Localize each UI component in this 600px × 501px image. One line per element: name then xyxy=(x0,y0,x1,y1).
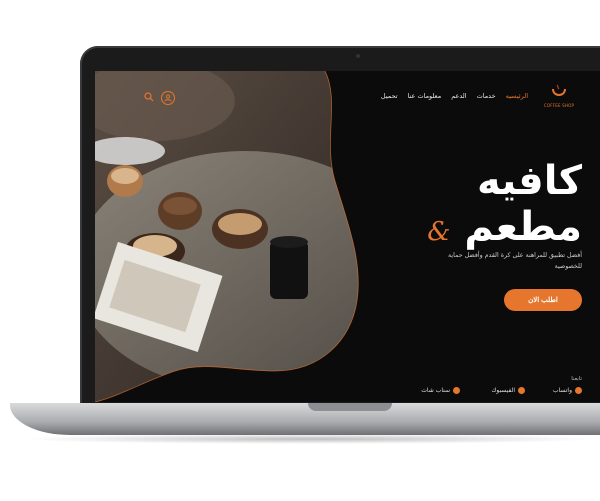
ampersand: & xyxy=(427,217,451,247)
laptop-notch xyxy=(308,403,392,411)
snapchat-icon xyxy=(453,387,460,394)
logo-text: COFFEE SHOP xyxy=(543,103,575,108)
facebook-icon xyxy=(518,387,525,394)
hero-title-line2-wrap: & مطعم xyxy=(421,205,582,254)
nav-item-about[interactable]: معلومات عنا xyxy=(408,92,442,100)
laptop-screen: COFFEE SHOP الرئيسيه خدمات الدعم معلومات… xyxy=(95,71,600,402)
nav-links: الرئيسيه خدمات الدعم معلومات عنا تحميل xyxy=(381,92,528,100)
nav-item-support[interactable]: الدعم xyxy=(451,92,466,100)
logo-icon xyxy=(552,84,566,96)
whatsapp-icon xyxy=(575,387,582,394)
social-snapchat[interactable]: سناب شات xyxy=(421,387,460,394)
nav-item-download[interactable]: تحميل xyxy=(381,92,398,100)
follow-title: تابعنا xyxy=(571,376,582,382)
hero-title: كافيه & مطعم xyxy=(421,159,582,254)
brand-logo[interactable]: COFFEE SHOP xyxy=(542,83,576,115)
nav-icons xyxy=(143,91,175,105)
user-icon xyxy=(164,94,172,102)
nav-item-services[interactable]: خدمات xyxy=(477,92,496,100)
hero-photo xyxy=(95,71,365,402)
top-nav: COFFEE SHOP الرئيسيه خدمات الدعم معلومات… xyxy=(95,84,600,109)
social-facebook-label: الفيسبوك xyxy=(491,387,515,394)
nav-item-home[interactable]: الرئيسيه xyxy=(506,92,528,100)
hero-title-line1: كافيه xyxy=(476,158,582,204)
hero-title-line2: مطعم xyxy=(464,204,582,250)
social-whatsapp-label: واتساب xyxy=(552,387,572,394)
social-whatsapp[interactable]: واتساب xyxy=(553,387,582,394)
laptop-base xyxy=(10,403,600,435)
social-facebook[interactable]: الفيسبوك xyxy=(491,387,525,394)
laptop-shadow xyxy=(20,434,600,444)
account-button[interactable] xyxy=(161,91,175,105)
search-icon xyxy=(144,92,154,102)
search-button[interactable] xyxy=(143,91,155,103)
social-snapchat-label: سناب شات xyxy=(421,387,450,394)
order-now-button[interactable]: اطلب الان xyxy=(504,289,582,311)
hero-description: أفضل تطبيق للمراهنة على كرة القدم وأفضل … xyxy=(448,252,582,270)
camera xyxy=(356,54,360,58)
